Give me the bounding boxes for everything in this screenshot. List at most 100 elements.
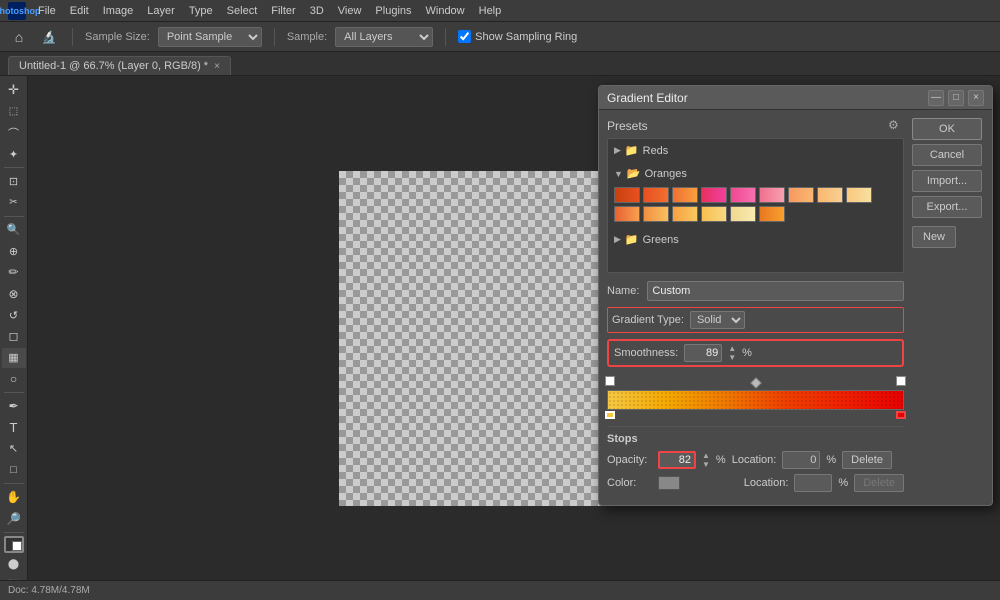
presets-label: Presets bbox=[607, 119, 648, 133]
menu-3d[interactable]: 3D bbox=[304, 3, 330, 19]
preset-group-greens-header[interactable]: ▶ 📁 Greens bbox=[608, 230, 903, 249]
sample-select[interactable]: All Layers Current Layer bbox=[335, 27, 433, 47]
gradient-bar[interactable] bbox=[607, 390, 904, 410]
slice-tool[interactable]: ✂ bbox=[2, 192, 26, 212]
foreground-background-color[interactable] bbox=[4, 536, 24, 554]
history-brush-tool[interactable]: ↺ bbox=[2, 305, 26, 325]
brush-tool[interactable]: ✏ bbox=[2, 262, 26, 282]
quick-mask-tool[interactable]: ⬤ bbox=[2, 554, 26, 574]
opacity-stop-left[interactable] bbox=[605, 376, 615, 388]
color-stop-swatch[interactable] bbox=[658, 476, 680, 490]
sample-size-select[interactable]: Point Sample 3 by 3 Average bbox=[158, 27, 262, 47]
stops-title: Stops bbox=[607, 433, 904, 445]
gradient-stops-bottom[interactable] bbox=[607, 410, 904, 424]
orange-swatch-12[interactable] bbox=[672, 206, 698, 222]
new-button[interactable]: New bbox=[912, 226, 956, 248]
orange-swatch-10[interactable] bbox=[614, 206, 640, 222]
orange-swatch-3[interactable] bbox=[672, 187, 698, 203]
text-tool[interactable]: T bbox=[2, 417, 26, 437]
menu-filter[interactable]: Filter bbox=[265, 3, 301, 19]
color-location-input[interactable] bbox=[794, 474, 832, 492]
magic-wand-tool[interactable]: ✦ bbox=[2, 144, 26, 164]
select-tool[interactable]: ⬚ bbox=[2, 101, 26, 121]
preset-group-reds-header[interactable]: ▶ 📁 Reds bbox=[608, 141, 903, 160]
orange-swatch-1[interactable] bbox=[614, 187, 640, 203]
opacity-delete-button[interactable]: Delete bbox=[842, 451, 892, 469]
smoothness-input[interactable] bbox=[684, 344, 722, 362]
orange-swatch-4[interactable] bbox=[701, 187, 727, 203]
menu-window[interactable]: Window bbox=[420, 3, 471, 19]
status-text: Doc: 4.78M/4.78M bbox=[8, 585, 90, 596]
color-stop-right[interactable] bbox=[896, 411, 906, 419]
presets-scroll-area[interactable]: ▶ 📁 Reds ▼ 📂 Oranges bbox=[607, 138, 904, 273]
orange-swatch-5[interactable] bbox=[730, 187, 756, 203]
preset-group-oranges-header[interactable]: ▼ 📂 Oranges bbox=[608, 164, 903, 183]
menu-image[interactable]: Image bbox=[97, 3, 140, 19]
orange-swatch-7[interactable] bbox=[788, 187, 814, 203]
show-sampling-ring-checkbox[interactable] bbox=[458, 30, 471, 43]
smoothness-spinner[interactable]: ▲ ▼ bbox=[728, 344, 736, 362]
export-button[interactable]: Export... bbox=[912, 196, 982, 218]
menu-plugins[interactable]: Plugins bbox=[369, 3, 417, 19]
orange-swatch-2[interactable] bbox=[643, 187, 669, 203]
orange-swatch-15[interactable] bbox=[759, 206, 785, 222]
dialog-minimize-button[interactable]: — bbox=[928, 90, 944, 106]
show-sampling-ring-label[interactable]: Show Sampling Ring bbox=[458, 30, 577, 43]
opacity-location-input[interactable] bbox=[782, 451, 820, 469]
preset-group-oranges: ▼ 📂 Oranges bbox=[608, 162, 903, 228]
toolbar-separator-1 bbox=[72, 28, 73, 46]
menu-layer[interactable]: Layer bbox=[141, 3, 181, 19]
dialog-maximize-button[interactable]: □ bbox=[948, 90, 964, 106]
zoom-tool[interactable]: 🔎 bbox=[2, 509, 26, 529]
menu-file[interactable]: File bbox=[32, 3, 62, 19]
ok-button[interactable]: OK bbox=[912, 118, 982, 140]
gradient-type-row: Gradient Type: Solid Noise bbox=[607, 307, 904, 333]
shape-tool[interactable]: □ bbox=[2, 460, 26, 480]
menu-type[interactable]: Type bbox=[183, 3, 219, 19]
spot-heal-tool[interactable]: ⊕ bbox=[2, 241, 26, 261]
pen-tool[interactable]: ✒ bbox=[2, 396, 26, 416]
gradient-tool[interactable]: ▦ bbox=[2, 348, 26, 368]
orange-swatch-11[interactable] bbox=[643, 206, 669, 222]
greens-chevron-icon: ▶ bbox=[614, 234, 621, 245]
document-tab[interactable]: Untitled-1 @ 66.7% (Layer 0, RGB/8) * × bbox=[8, 56, 231, 75]
crop-tool[interactable]: ⊡ bbox=[2, 171, 26, 191]
color-stop-left[interactable] bbox=[605, 411, 615, 419]
orange-swatch-9[interactable] bbox=[846, 187, 872, 203]
menu-help[interactable]: Help bbox=[473, 3, 508, 19]
menu-edit[interactable]: Edit bbox=[64, 3, 95, 19]
tab-close-button[interactable]: × bbox=[214, 61, 220, 72]
gradient-midpoint-diamond[interactable] bbox=[750, 377, 761, 388]
orange-swatch-6[interactable] bbox=[759, 187, 785, 203]
eraser-tool[interactable]: ◻ bbox=[2, 326, 26, 346]
toolbar-separator-2 bbox=[274, 28, 275, 46]
dodge-tool[interactable]: ○ bbox=[2, 369, 26, 389]
path-select-tool[interactable]: ↖ bbox=[2, 439, 26, 459]
presets-gear-icon[interactable]: ⚙ bbox=[888, 118, 904, 134]
menu-view[interactable]: View bbox=[332, 3, 368, 19]
opacity-spinner[interactable]: ▲▼ bbox=[702, 451, 710, 469]
clone-tool[interactable]: ⊗ bbox=[2, 284, 26, 304]
opacity-stop-input[interactable] bbox=[658, 451, 696, 469]
hand-tool[interactable]: ✋ bbox=[2, 487, 26, 507]
show-sampling-ring-text: Show Sampling Ring bbox=[475, 31, 577, 43]
orange-swatch-13[interactable] bbox=[701, 206, 727, 222]
cancel-button[interactable]: Cancel bbox=[912, 144, 982, 166]
import-button[interactable]: Import... bbox=[912, 170, 982, 192]
gradient-type-select[interactable]: Solid Noise bbox=[690, 311, 745, 329]
color-delete-button[interactable]: Delete bbox=[854, 474, 904, 492]
opacity-stop-right[interactable] bbox=[896, 376, 906, 388]
eyedropper-tool-panel[interactable]: 🔍 bbox=[2, 220, 26, 240]
eyedropper-tool[interactable]: 🔬 bbox=[38, 26, 60, 48]
menu-select[interactable]: Select bbox=[221, 3, 264, 19]
lasso-tool[interactable]: ⌒ bbox=[2, 123, 26, 143]
name-input[interactable] bbox=[647, 281, 904, 301]
oranges-swatches-grid bbox=[608, 183, 903, 226]
tool-separator-3 bbox=[4, 392, 24, 393]
gradient-stops-top[interactable] bbox=[607, 375, 904, 389]
orange-swatch-8[interactable] bbox=[817, 187, 843, 203]
dialog-close-button[interactable]: × bbox=[968, 90, 984, 106]
orange-swatch-14[interactable] bbox=[730, 206, 756, 222]
move-tool[interactable]: ✛ bbox=[2, 80, 26, 100]
home-button[interactable]: ⌂ bbox=[8, 26, 30, 48]
